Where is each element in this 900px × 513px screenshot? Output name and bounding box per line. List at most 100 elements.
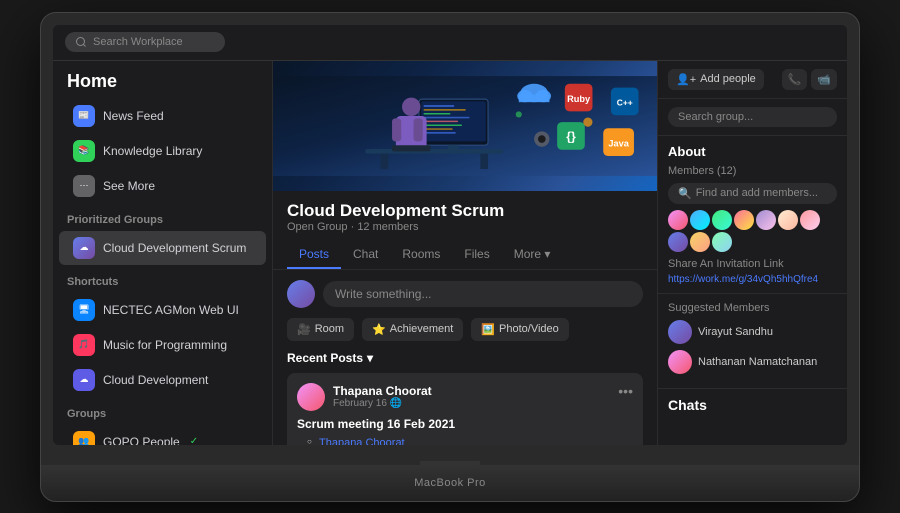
find-members-input[interactable]: 🔍 Find and add members... (668, 183, 837, 204)
newsfeed-icon: 📰 (73, 105, 95, 127)
post-header: Thapana Choorat February 16 🌐 ••• (297, 383, 633, 411)
group-content: Write something... 🎥 Room ⭐ Achievement (273, 270, 657, 445)
achievement-label: Achievement (390, 323, 454, 335)
gopo-icon: 👥 (73, 431, 95, 445)
phone-button[interactable]: 📞 (782, 69, 808, 90)
gopo-verified: ✓ (190, 436, 198, 445)
user-avatar (287, 280, 315, 308)
search-icon (75, 36, 87, 48)
tab-rooms[interactable]: Rooms (390, 241, 452, 269)
search-bar[interactable]: Search Workplace (65, 32, 225, 52)
write-input[interactable]: Write something... (323, 281, 643, 307)
room-label: Room (315, 323, 344, 335)
members-count: Members (12) (668, 165, 837, 177)
sidebar-home-title: Home (53, 61, 272, 98)
right-panel-header: 👤+ Add people 📞 📹 (658, 61, 847, 99)
suggested-member-2: Nathanan Namatchanan (668, 350, 837, 374)
seemore-icon: ⋯ (73, 175, 95, 197)
tab-more[interactable]: More ▾ (502, 241, 563, 269)
member-avatar-6 (778, 210, 798, 230)
laptop-wrapper: Search Workplace Home 📰 News Feed 📚 Know… (40, 12, 860, 502)
nectec-label: NECTEC AGMon Web UI (103, 303, 239, 317)
add-people-label: Add people (700, 73, 756, 85)
find-members-placeholder: Find and add members... (696, 187, 818, 199)
top-bar: Search Workplace (53, 25, 847, 61)
member-avatar-2 (690, 210, 710, 230)
svg-text:Java: Java (608, 138, 629, 148)
laptop-base: MacBook Pro (41, 465, 859, 501)
group-nav: Posts Chat Rooms Files More ▾ (287, 241, 643, 269)
suggested-name-1: Virayut Sandhu (698, 326, 773, 338)
newsfeed-label: News Feed (103, 109, 164, 123)
search-group-input[interactable]: Search group... (668, 107, 837, 127)
post-title: Scrum meeting 16 Feb 2021 (297, 417, 633, 431)
sidebar-item-cloud-dev[interactable]: ☁ Cloud Development (59, 363, 266, 397)
photo-button[interactable]: 🖼️ Photo/Video (471, 318, 568, 341)
post-author-name: Thapana Choorat (333, 384, 432, 398)
post-date: February 16 🌐 (333, 398, 432, 409)
seemore-label: See More (103, 179, 155, 193)
post-user: Thapana Choorat February 16 🌐 (297, 383, 432, 411)
member-avatar-8 (668, 232, 688, 252)
cloud-dev-label: Cloud Development (103, 373, 208, 387)
tab-files[interactable]: Files (452, 241, 501, 269)
cloud-scrum-icon: ☁ (73, 237, 95, 259)
screen: Search Workplace Home 📰 News Feed 📚 Know… (53, 25, 847, 445)
sidebar-item-cloud-dev-scrum[interactable]: ☁ Cloud Development Scrum (59, 231, 266, 265)
member-avatar-9 (690, 232, 710, 252)
member-avatar-3 (712, 210, 732, 230)
member-avatars (668, 210, 837, 252)
sidebar-item-nectec[interactable]: 🖥 NECTEC AGMon Web UI (59, 293, 266, 327)
svg-text:{}: {} (566, 129, 576, 143)
prioritized-groups-category: Prioritized Groups (53, 204, 272, 230)
sidebar-item-music[interactable]: 🎵 Music for Programming (59, 328, 266, 362)
sidebar: Home 📰 News Feed 📚 Knowledge Library ⋯ S… (53, 61, 273, 445)
share-link-url[interactable]: https://work.me/g/34vQh5hhQfre4 (668, 274, 837, 285)
post-date-icon: 🌐 (390, 398, 402, 409)
music-icon: 🎵 (73, 334, 95, 356)
shortcuts-category: Shortcuts (53, 266, 272, 292)
tab-posts[interactable]: Posts (287, 241, 341, 269)
tab-chat[interactable]: Chat (341, 241, 390, 269)
svg-text:C++: C++ (617, 97, 633, 107)
suggested-avatar-2 (668, 350, 692, 374)
sidebar-item-newsfeed[interactable]: 📰 News Feed (59, 99, 266, 133)
knowledge-label: Knowledge Library (103, 144, 202, 158)
room-icon: 🎥 (297, 323, 311, 336)
group-header: Cloud Development Scrum Open Group · 12 … (273, 191, 657, 270)
recent-posts-chevron: ▾ (367, 351, 373, 365)
search-placeholder: Search Workplace (93, 36, 183, 48)
post-mention-item: Thapana Choorat (307, 437, 633, 445)
room-button[interactable]: 🎥 Room (287, 318, 354, 341)
video-button[interactable]: 📹 (811, 69, 837, 90)
about-title: About (668, 144, 837, 159)
tech-illustration: Ruby C++ Java {} (273, 61, 657, 191)
post-card: Thapana Choorat February 16 🌐 ••• Scrum … (287, 373, 643, 445)
post-actions: 🎥 Room ⭐ Achievement 🖼️ Photo/Video (287, 318, 643, 341)
sidebar-item-seemore[interactable]: ⋯ See More (59, 169, 266, 203)
suggested-member-1: Virayut Sandhu (668, 320, 837, 344)
suggested-title: Suggested Members (668, 302, 837, 314)
svg-text:Ruby: Ruby (567, 94, 591, 104)
sidebar-item-gopo[interactable]: 👥 GOPO People ✓ (59, 425, 266, 445)
suggested-name-2: Nathanan Namatchanan (698, 356, 817, 368)
search-group-placeholder: Search group... (678, 111, 753, 123)
member-avatar-10 (712, 232, 732, 252)
photo-label: Photo/Video (499, 323, 559, 335)
post-more-button[interactable]: ••• (618, 383, 633, 399)
add-people-button[interactable]: 👤+ Add people (668, 69, 764, 90)
knowledge-icon: 📚 (73, 140, 95, 162)
add-people-icon: 👤+ (676, 73, 696, 86)
right-panel: 👤+ Add people 📞 📹 Search group... (657, 61, 847, 445)
gopo-label: GOPO People (103, 435, 180, 445)
post-list: Thapana Choorat NECTEC Comparison map la… (297, 437, 633, 445)
achievement-button[interactable]: ⭐ Achievement (362, 318, 463, 341)
search-members-icon: 🔍 (678, 187, 692, 200)
header-call-actions: 📞 📹 (782, 69, 837, 90)
write-post-area: Write something... (287, 280, 643, 308)
share-link-title: Share An Invitation Link (668, 258, 837, 270)
post-author-avatar (297, 383, 325, 411)
sidebar-item-knowledge[interactable]: 📚 Knowledge Library (59, 134, 266, 168)
about-section: About Members (12) 🔍 Find and add member… (658, 136, 847, 294)
cloud-scrum-label: Cloud Development Scrum (103, 241, 246, 255)
